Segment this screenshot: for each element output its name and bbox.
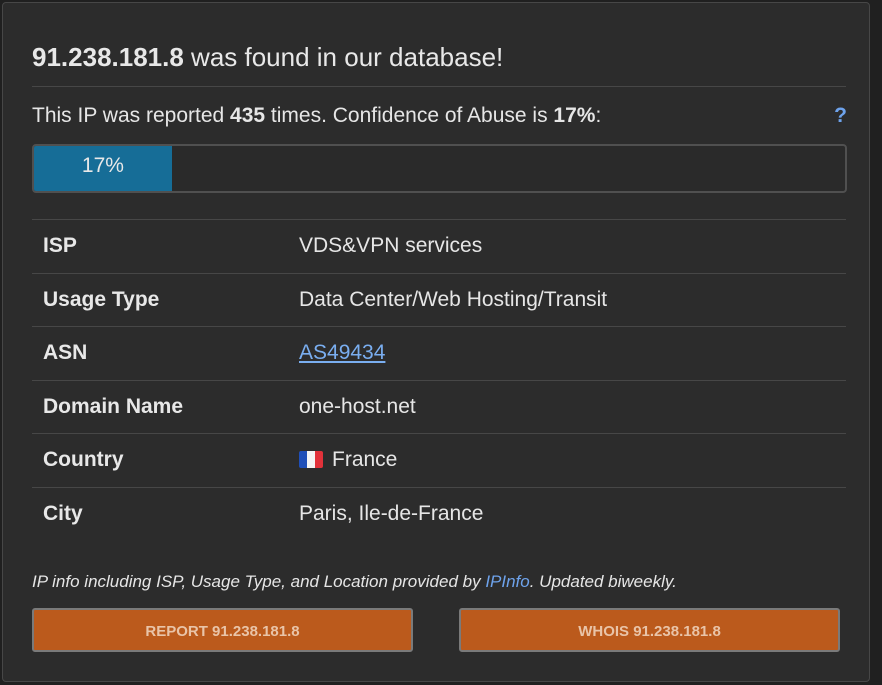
report-ip-button[interactable]: REPORT 91.238.181.8 (32, 608, 413, 652)
ip-details-table: ISP VDS&VPN services Usage Type Data Cen… (32, 219, 846, 541)
isp-value: VDS&VPN services (299, 234, 483, 258)
usage-type-label: Usage Type (43, 287, 160, 311)
whois-ip-button[interactable]: WHOIS 91.238.181.8 (459, 608, 840, 652)
divider (32, 86, 846, 87)
report-prefix: This IP was reported (32, 104, 231, 127)
ip-info-footnote: IP info including ISP, Usage Type, and L… (32, 569, 677, 595)
country-value: France (332, 448, 398, 472)
table-row-city: City Paris, Ile-de-France (32, 487, 846, 541)
help-link[interactable]: ? (834, 102, 847, 130)
title-ip: 91.238.181.8 (32, 42, 184, 72)
usage-type-value: Data Center/Web Hosting/Transit (299, 287, 608, 311)
report-suffix: : (595, 104, 602, 127)
asn-cell: AS49434 (299, 327, 846, 381)
abuse-confidence-fill: 17% (34, 146, 172, 191)
report-middle: times. Confidence of Abuse is (265, 104, 554, 127)
country-cell: France (299, 434, 846, 488)
abuse-confidence: 17% (553, 104, 596, 127)
page-title: 91.238.181.8 was found in our database! (32, 39, 503, 75)
footnote-suffix: . Updated biweekly. (529, 572, 677, 591)
footnote-prefix: IP info including ISP, Usage Type, and L… (32, 572, 486, 591)
france-flag-icon (299, 451, 323, 469)
report-summary: This IP was reported 435 times. Confiden… (32, 102, 601, 130)
table-row-isp: ISP VDS&VPN services (32, 219, 846, 274)
ipinfo-link[interactable]: IPInfo (485, 572, 529, 591)
city-value: Paris, Ile-de-France (299, 502, 484, 525)
domain-name-label: Domain Name (43, 394, 184, 418)
table-row-country: Country France (32, 433, 846, 488)
asn-label: ASN (43, 341, 88, 365)
country-label: Country (43, 448, 124, 472)
abuse-confidence-bar: 17% (32, 144, 847, 193)
ip-lookup-card: 91.238.181.8 was found in our database! … (2, 2, 870, 682)
title-text: was found in our database! (183, 42, 504, 72)
domain-name-value: one-host.net (299, 394, 416, 418)
isp-label: ISP (43, 234, 77, 258)
table-row-usage-type: Usage Type Data Center/Web Hosting/Trans… (32, 273, 846, 327)
asn-link[interactable]: AS49434 (299, 341, 385, 364)
report-count: 435 (230, 104, 266, 127)
table-row-domain: Domain Name one-host.net (32, 380, 846, 434)
table-row-asn: ASN AS49434 (32, 326, 846, 381)
city-label: City (43, 502, 83, 525)
